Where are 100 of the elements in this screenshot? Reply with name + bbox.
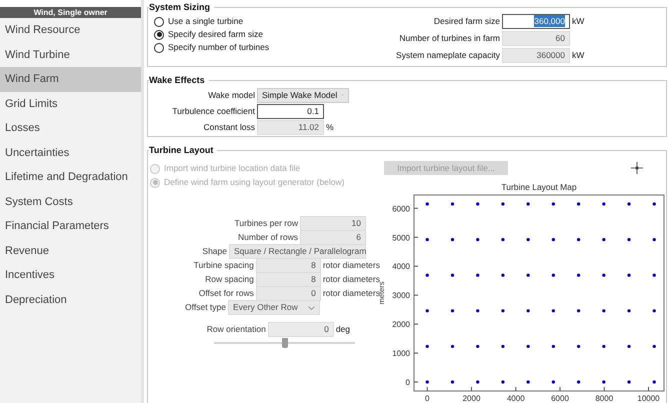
chevron-icon [308, 306, 315, 310]
field-label: Offset type [185, 301, 226, 314]
radio-label: Specify desired farm size [168, 28, 263, 41]
sidebar-item[interactable]: Wind Farm [0, 67, 142, 92]
turbine-point [526, 274, 530, 277]
turbine-point [476, 344, 480, 348]
turbine-point [501, 380, 505, 384]
sidebar-item[interactable]: Depreciation [0, 288, 142, 312]
y-tick-label: 0 [406, 378, 411, 388]
y-tick: 4000 [392, 262, 418, 272]
field-label: Row spacing [205, 273, 254, 286]
turbine-point [627, 238, 631, 242]
turbine-point [577, 238, 580, 242]
y-tick: 2000 [392, 320, 418, 330]
x-tick-label: 10000 [637, 394, 660, 403]
turbine-point [426, 380, 429, 384]
turbine-point [652, 344, 656, 348]
turbine-point [476, 380, 480, 384]
compass-icon [630, 161, 644, 175]
radio-button[interactable] [154, 42, 164, 52]
turbine-point [602, 344, 606, 348]
turbine-point [552, 344, 555, 348]
turbine-point [652, 274, 656, 277]
turbine-point [476, 238, 480, 242]
turbine-point [552, 238, 555, 242]
turbine-point [627, 202, 631, 206]
y-tick-label: 5000 [392, 233, 411, 242]
turbine-point [526, 238, 530, 242]
turbine-point [552, 380, 555, 384]
turbine-point [602, 238, 606, 242]
x-tick: 4000 [506, 386, 525, 403]
turbine-point [577, 309, 580, 312]
x-tick-label: 6000 [551, 394, 570, 403]
turbine-point [450, 380, 454, 384]
turbine-point [426, 344, 429, 348]
y-tick: 1000 [392, 349, 418, 358]
sidebar-item[interactable]: Losses [0, 116, 142, 140]
field-label: Number of turbines in farm [398, 32, 500, 44]
turbine-point [476, 274, 480, 277]
turbine-point [552, 274, 555, 277]
field-label: Offset for rows [198, 287, 254, 300]
field-label: System nameplate capacity [395, 48, 500, 62]
x-tick-label: 0 [425, 394, 430, 403]
turbine-point [652, 238, 656, 242]
turbine-point [627, 380, 631, 384]
field-label: Turbines per row [234, 217, 298, 230]
sidebar-item[interactable]: Wind Turbine [0, 42, 142, 67]
field-label: Turbulence coefficient [171, 105, 255, 118]
turbine-point [450, 309, 454, 312]
sidebar-item[interactable]: Uncertainties [0, 140, 142, 165]
turbine-point [526, 380, 530, 384]
sidebar-item[interactable]: Financial Parameters [0, 214, 142, 238]
input-field[interactable]: 0 [268, 322, 334, 337]
input-field[interactable]: 0.1 [257, 104, 324, 119]
turbine-point [450, 274, 454, 277]
radio-label: Define wind farm using layout generator (below) [164, 176, 344, 189]
field-label: Constant loss [202, 121, 255, 134]
sidebar-item[interactable]: Lifetime and Degradation [0, 165, 142, 190]
y-tick-label: 2000 [392, 320, 411, 330]
turbine-point [501, 344, 505, 348]
field-label: Desired farm size [432, 14, 500, 28]
slider-thumb[interactable] [282, 338, 288, 348]
turbine-point [450, 202, 454, 206]
turbine-point [426, 274, 429, 277]
group-title: Turbine Layout [149, 144, 218, 158]
y-tick: 6000 [392, 204, 418, 214]
turbine-point [602, 380, 606, 384]
field-label: Turbine spacing [194, 259, 254, 272]
x-tick-label: 2000 [462, 394, 481, 403]
turbine-point [501, 202, 505, 206]
turbine-point [501, 238, 505, 242]
x-tick: 8000 [595, 386, 614, 403]
turbine-point [577, 202, 580, 206]
group-title: System Sizing [149, 1, 214, 14]
sidebar-item[interactable]: Grid Limits [0, 92, 142, 116]
chart-title: Turbine Layout Map [501, 182, 577, 192]
input-field[interactable]: 360,000 [502, 14, 570, 28]
y-tick: 3000 [392, 291, 418, 300]
radio-button[interactable] [154, 16, 164, 26]
turbine-point [552, 202, 555, 206]
sidebar-item[interactable]: Revenue [0, 238, 142, 263]
turbine-point [627, 274, 631, 277]
turbine-point [652, 380, 656, 384]
sidebar-item[interactable]: Incentives [0, 263, 142, 288]
turbine-point [552, 309, 555, 312]
unit-label: rotor diameters [322, 288, 380, 298]
radio-button[interactable] [154, 30, 164, 40]
field-label: Shape [202, 245, 227, 258]
radio-label: Import wind turbine location data file [164, 162, 300, 175]
unit-label: kW [572, 48, 584, 62]
turbine-point [602, 202, 606, 206]
dropdown[interactable]: Simple Wake Model [257, 88, 349, 103]
turbine-point [476, 202, 480, 206]
y-tick-label: 1000 [392, 349, 411, 358]
turbine-point [426, 309, 429, 312]
sidebar-item[interactable]: Wind Resource [0, 18, 142, 42]
sidebar-item[interactable]: System Costs [0, 190, 142, 214]
turbine-point [577, 380, 580, 384]
x-tick: 10000 [637, 386, 660, 403]
y-tick-label: 4000 [392, 262, 411, 272]
